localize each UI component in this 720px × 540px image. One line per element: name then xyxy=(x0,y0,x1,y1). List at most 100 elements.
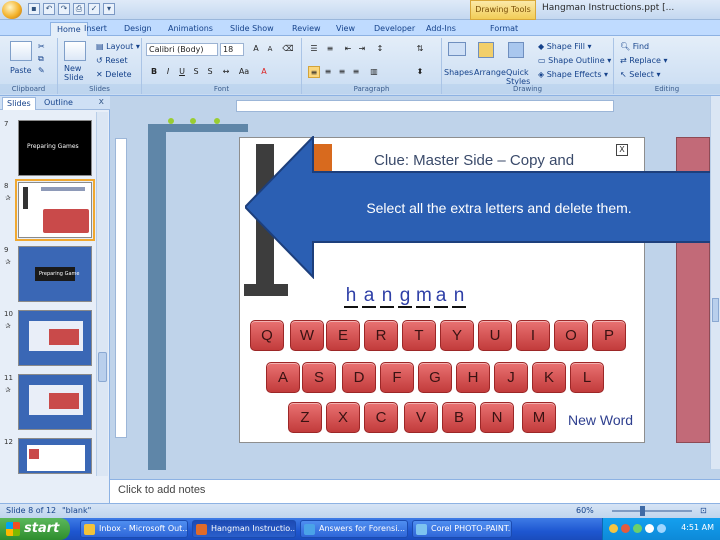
key-button[interactable]: U xyxy=(478,320,512,351)
key-button[interactable]: W xyxy=(290,320,324,351)
bold-icon[interactable]: B xyxy=(148,66,160,78)
arrange-icon[interactable] xyxy=(478,42,494,58)
select-button[interactable]: ↖ Select ▾ xyxy=(620,70,661,79)
bullets-icon[interactable]: ☰ xyxy=(308,43,320,55)
key-button[interactable]: P xyxy=(592,320,626,351)
shadow-text-icon[interactable]: S xyxy=(204,66,216,78)
shape-effects-button[interactable]: ◈ Shape Effects ▾ xyxy=(538,70,608,79)
reset-button[interactable]: ↺ Reset xyxy=(96,56,128,65)
key-button[interactable]: Z xyxy=(288,402,322,433)
font-size-box[interactable]: 18 xyxy=(220,43,244,56)
tab-add-ins[interactable]: Add-Ins xyxy=(420,22,462,36)
tab-review[interactable]: Review xyxy=(286,22,327,36)
tray-icon[interactable] xyxy=(621,524,630,533)
slide-thumbnail[interactable]: 10 ✰ xyxy=(2,310,108,370)
key-button[interactable]: L xyxy=(570,362,604,393)
taskbar-item-outlook[interactable]: Inbox - Microsoft Out... xyxy=(80,520,188,538)
zoom-slider[interactable] xyxy=(612,510,692,512)
columns-icon[interactable]: ▥ xyxy=(368,66,380,78)
key-button[interactable]: E xyxy=(326,320,360,351)
print-icon[interactable]: ⎙ xyxy=(73,3,85,15)
new-slide-icon[interactable] xyxy=(64,41,86,61)
align-left-icon[interactable]: ≡ xyxy=(308,66,320,78)
increase-indent-icon[interactable]: ⇥ xyxy=(356,43,368,55)
word-letter[interactable]: a xyxy=(434,286,448,308)
pane-close-icon[interactable]: x xyxy=(99,97,104,107)
key-button[interactable]: K xyxy=(532,362,566,393)
copy-icon[interactable]: ⧉ xyxy=(38,54,44,64)
word-letter[interactable]: n xyxy=(452,286,466,308)
shape-outline-button[interactable]: ▭ Shape Outline ▾ xyxy=(538,56,611,65)
key-button[interactable]: D xyxy=(342,362,376,393)
scrollbar-thumb[interactable] xyxy=(98,352,107,382)
align-center-icon[interactable]: ≡ xyxy=(322,66,334,78)
undo-icon[interactable]: ↶ xyxy=(43,3,55,15)
underline-icon[interactable]: U xyxy=(176,66,188,78)
key-button[interactable]: B xyxy=(442,402,476,433)
slides-pane-scrollbar[interactable] xyxy=(96,112,108,476)
tray-icon[interactable] xyxy=(645,524,654,533)
slide-thumbnail[interactable]: 11 ✰ xyxy=(2,374,108,434)
word-letter[interactable]: h xyxy=(344,286,358,308)
replace-button[interactable]: ⇄ Replace ▾ xyxy=(620,56,667,65)
italic-icon[interactable]: I xyxy=(162,66,174,78)
tab-view[interactable]: View xyxy=(330,22,361,36)
key-button[interactable]: G xyxy=(418,362,452,393)
layout-button[interactable]: ▤ Layout ▾ xyxy=(96,42,140,51)
editor-vertical-scrollbar[interactable] xyxy=(710,96,720,469)
tab-insert[interactable]: Insert xyxy=(78,22,113,36)
key-button[interactable]: H xyxy=(456,362,490,393)
notes-pane[interactable]: Click to add notes xyxy=(110,479,720,503)
character-spacing-icon[interactable]: ↔ xyxy=(220,66,232,78)
grow-font-icon[interactable]: A xyxy=(250,43,262,55)
tab-animations[interactable]: Animations xyxy=(162,22,219,36)
save-icon[interactable]: ▪ xyxy=(28,3,40,15)
change-case-icon[interactable]: Aa xyxy=(238,66,250,78)
tab-developer[interactable]: Developer xyxy=(368,22,421,36)
word-letter[interactable]: a xyxy=(362,286,376,308)
notes-placeholder[interactable]: Click to add notes xyxy=(118,484,205,496)
scrollbar-thumb[interactable] xyxy=(712,298,719,322)
key-button[interactable]: A xyxy=(266,362,300,393)
key-button[interactable]: N xyxy=(480,402,514,433)
align-right-icon[interactable]: ≡ xyxy=(336,66,348,78)
delete-slide-button[interactable]: ✕ Delete xyxy=(96,70,132,79)
tray-icon[interactable] xyxy=(657,524,666,533)
slide-thumbnail[interactable]: 7 Preparing Games xyxy=(2,120,108,180)
key-button[interactable]: X xyxy=(326,402,360,433)
word-letter[interactable]: m xyxy=(416,286,432,308)
new-word-button[interactable]: New Word xyxy=(568,412,633,428)
key-button[interactable]: Q xyxy=(250,320,284,351)
tab-design[interactable]: Design xyxy=(118,22,158,36)
key-button[interactable]: R xyxy=(364,320,398,351)
line-spacing-icon[interactable]: ↕ xyxy=(374,43,386,55)
cut-icon[interactable]: ✂ xyxy=(38,42,45,51)
shapes-icon[interactable] xyxy=(448,42,466,56)
outline-tab[interactable]: Outline xyxy=(40,97,77,110)
font-color-icon[interactable]: A xyxy=(258,66,270,78)
customize-qat-icon[interactable]: ▾ xyxy=(103,3,115,15)
office-button[interactable] xyxy=(2,1,22,19)
quick-styles-icon[interactable] xyxy=(508,42,524,58)
key-button[interactable]: F xyxy=(380,362,414,393)
taskbar-item-powerpoint[interactable]: Hangman Instructio... xyxy=(192,520,296,538)
tab-slide-show[interactable]: Slide Show xyxy=(224,22,280,36)
new-slide-label[interactable]: New Slide xyxy=(64,64,90,82)
key-button[interactable]: Y xyxy=(440,320,474,351)
format-painter-icon[interactable]: ✎ xyxy=(38,66,45,75)
key-button[interactable]: O xyxy=(554,320,588,351)
zoom-slider-knob[interactable] xyxy=(640,506,645,516)
redo-icon[interactable]: ↷ xyxy=(58,3,70,15)
decrease-indent-icon[interactable]: ⇤ xyxy=(342,43,354,55)
arrange-label[interactable]: Arrange xyxy=(474,68,506,77)
slides-tab[interactable]: Slides xyxy=(2,97,36,110)
tray-icon[interactable] xyxy=(609,524,618,533)
shapes-label[interactable]: Shapes xyxy=(444,68,473,77)
key-button[interactable]: J xyxy=(494,362,528,393)
paste-icon[interactable] xyxy=(10,41,32,61)
strikethrough-icon[interactable]: S xyxy=(190,66,202,78)
key-button[interactable]: T xyxy=(402,320,436,351)
taskbar-item-photo-paint[interactable]: Corel PHOTO-PAINT... xyxy=(412,520,512,538)
word-letter[interactable]: n xyxy=(380,286,394,308)
tray-icon[interactable] xyxy=(633,524,642,533)
